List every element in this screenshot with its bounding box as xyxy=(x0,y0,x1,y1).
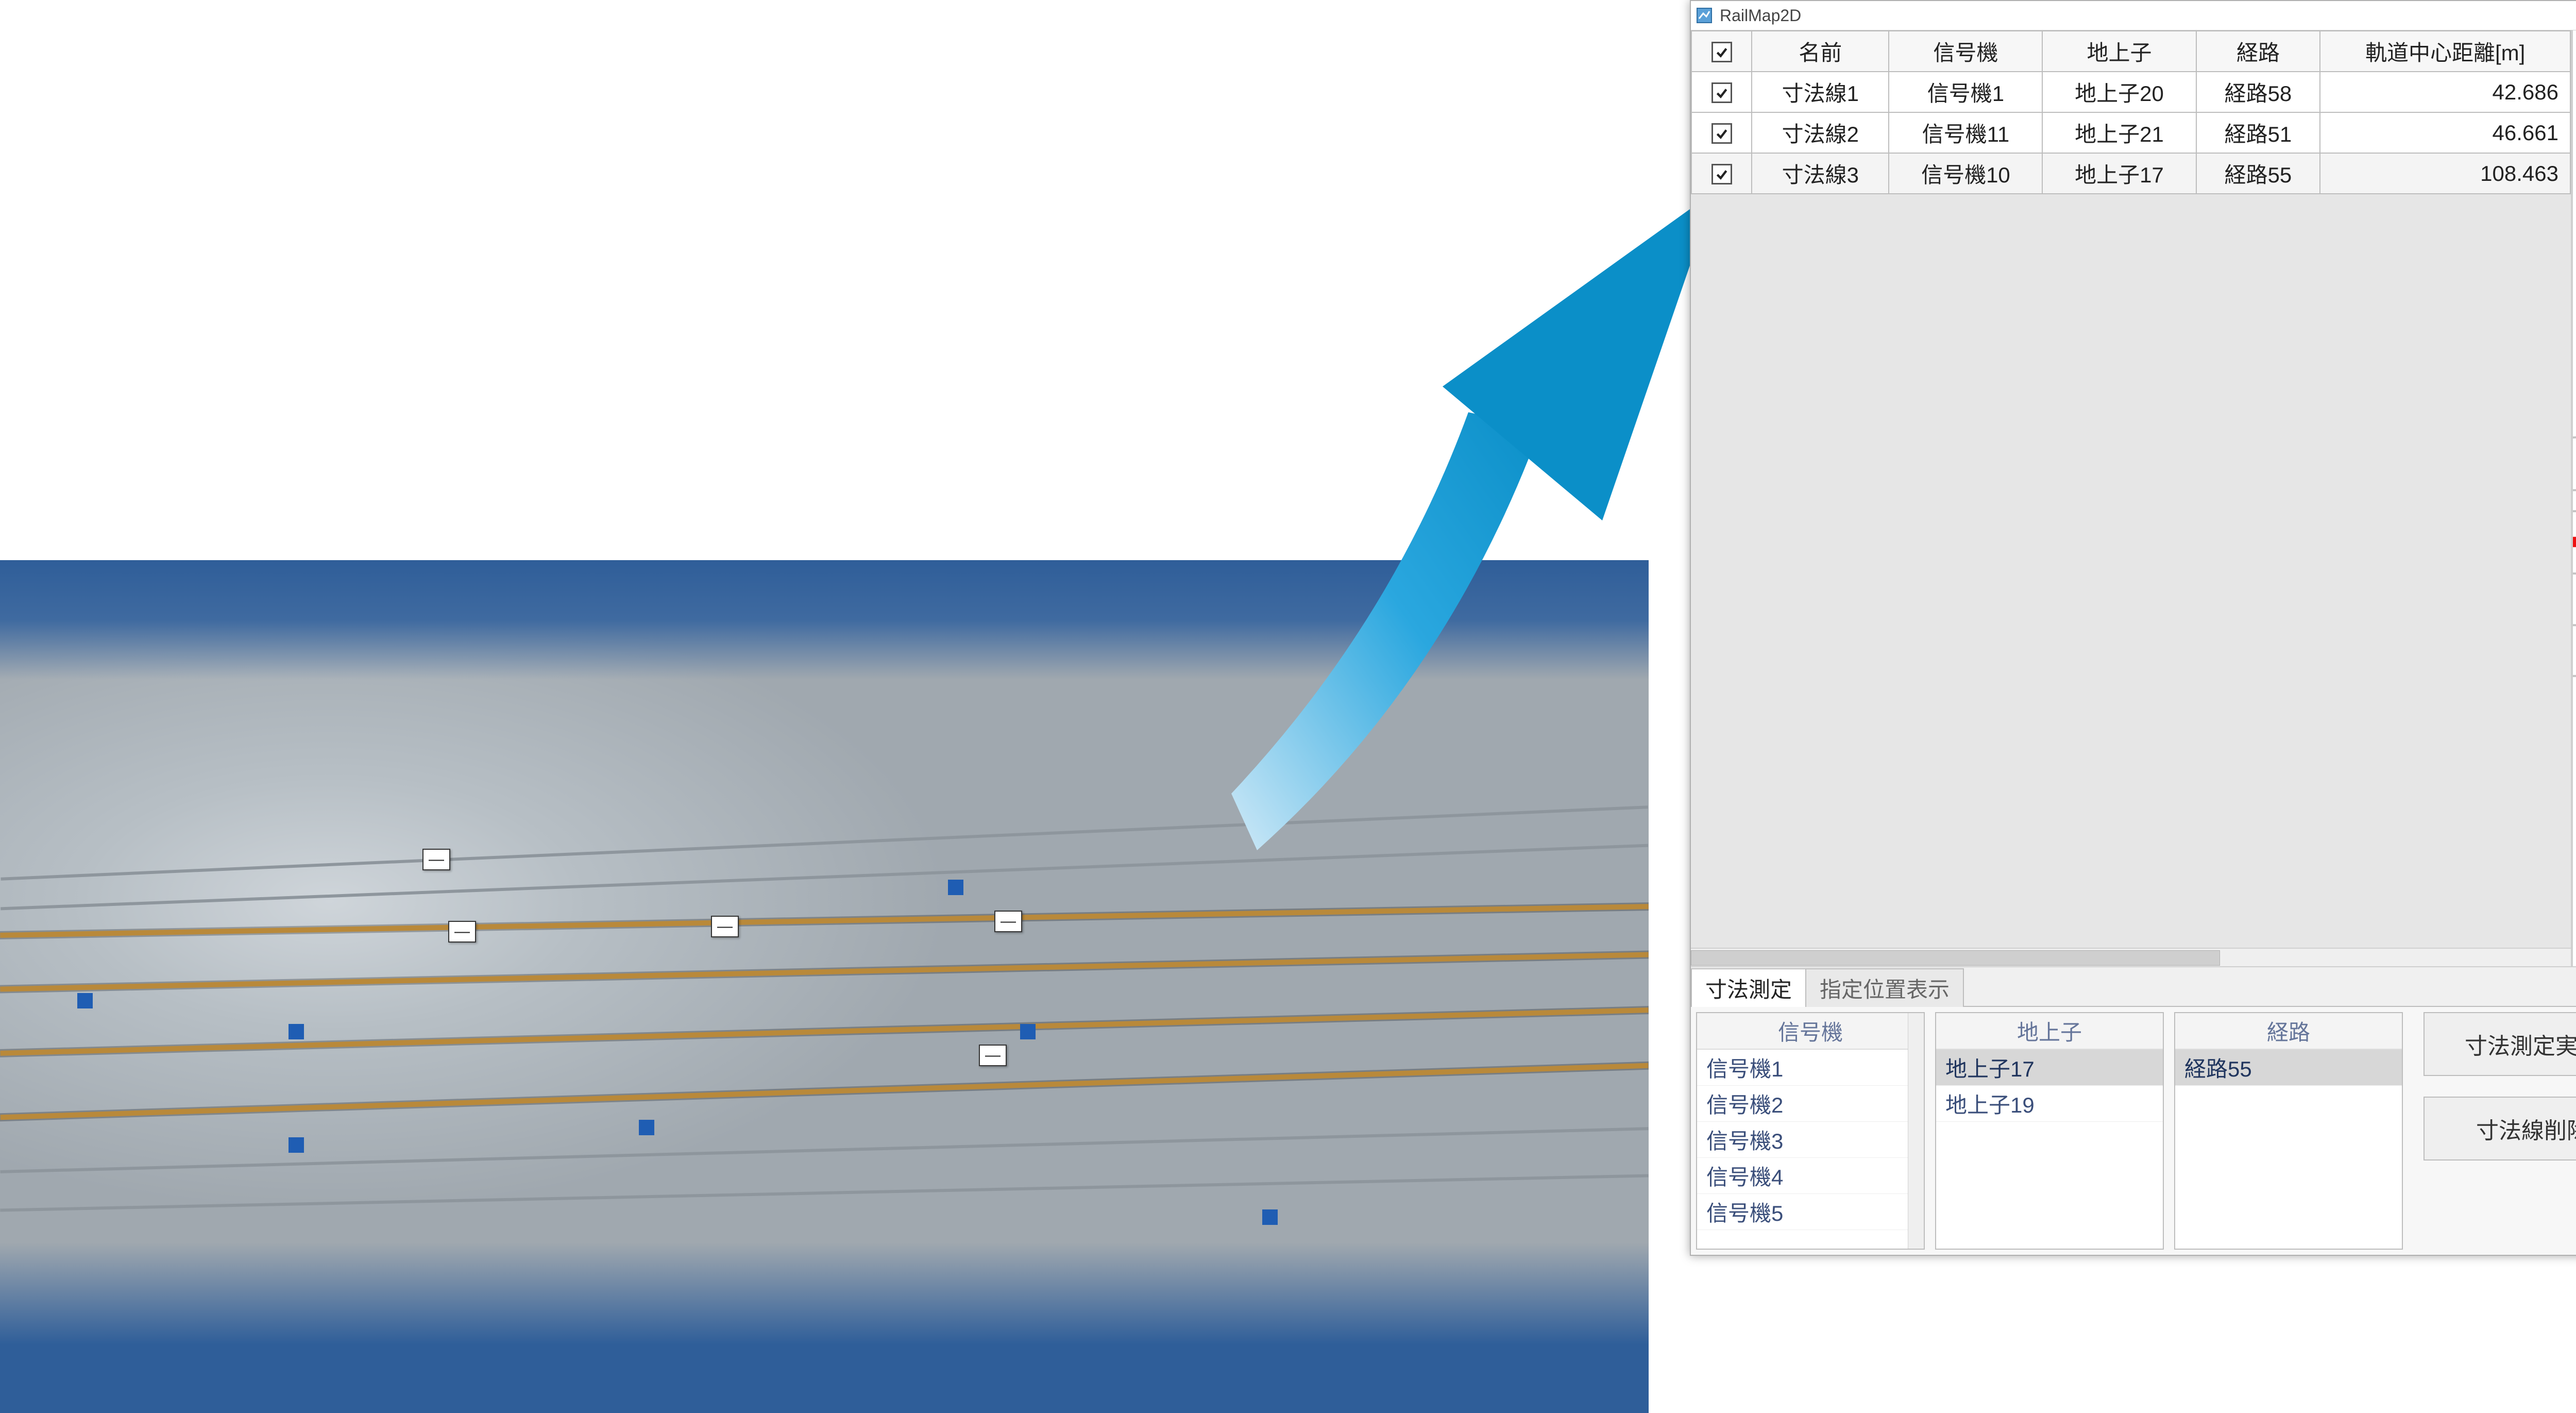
table-row[interactable]: 寸法線1 信号機1 地上子20 経路58 42.686 xyxy=(1691,72,2570,112)
list-item[interactable]: 経路55 xyxy=(2175,1050,2402,1086)
bottom-control-panel: 寸法測定 指定位置表示 信号機 信号機1 信号機2 信号機3 信号機4 信号機5… xyxy=(1691,966,2576,1255)
aerial-label: ― xyxy=(979,1045,1007,1066)
run-measure-button[interactable]: 寸法測定実行 xyxy=(2424,1012,2576,1076)
aerial-marker xyxy=(1262,1209,1278,1225)
source-pointcloud-view: ― ― ― ― ― xyxy=(0,560,1649,1413)
tab-measure[interactable]: 寸法測定 xyxy=(1691,968,1806,1007)
map-track-main xyxy=(2573,496,2576,542)
cell-signal: 信号機11 xyxy=(1889,112,2042,153)
check-all-checkbox[interactable] xyxy=(1711,42,1732,62)
row-checkbox[interactable] xyxy=(1711,164,1732,184)
table-row[interactable]: 寸法線3 信号機10 地上子17 経路55 108.463 xyxy=(1691,153,2570,194)
cell-name: 寸法線1 xyxy=(1752,72,1889,112)
cell-balise: 地上子17 xyxy=(2042,153,2196,194)
aerial-background xyxy=(0,560,1649,1413)
col-header-route[interactable]: 経路 xyxy=(2196,31,2320,72)
aerial-marker xyxy=(289,1024,304,1039)
map-track-grey xyxy=(2573,335,2576,676)
cell-signal: 信号機1 xyxy=(1889,72,2042,112)
aerial-label: ― xyxy=(994,911,1022,932)
aerial-marker xyxy=(639,1120,654,1135)
signal-list[interactable]: 信号機 信号機1 信号機2 信号機3 信号機4 信号機5 xyxy=(1696,1012,1925,1250)
aerial-marker xyxy=(77,993,93,1008)
list-header-balise: 地上子 xyxy=(1936,1013,2163,1050)
aerial-label: ― xyxy=(422,849,450,870)
col-header-check[interactable] xyxy=(1691,31,1752,72)
cell-distance: 46.661 xyxy=(2320,112,2570,153)
list-item[interactable]: 信号機2 xyxy=(1697,1086,1924,1122)
cell-balise: 地上子21 xyxy=(2042,112,2196,153)
bottom-tabs: 寸法測定 指定位置表示 xyxy=(1691,967,2576,1007)
aerial-marker xyxy=(289,1137,304,1153)
list-item[interactable]: 地上子17 xyxy=(1936,1050,2163,1086)
cell-distance: 108.463 xyxy=(2320,153,2570,194)
dimension-table[interactable]: 名前 信号機 地上子 経路 軌道中心距離[m] 寸法線1 信号機1 地上子20 … xyxy=(1691,30,2571,194)
app-icon xyxy=(1696,7,1713,24)
aerial-marker xyxy=(1020,1024,1036,1039)
cell-distance: 42.686 xyxy=(2320,72,2570,112)
window-titlebar: RailMap2D — ☐ ✕ xyxy=(1691,1,2576,30)
col-header-distance[interactable]: 軌道中心距離[m] xyxy=(2320,31,2570,72)
cell-route: 経路58 xyxy=(2196,72,2320,112)
aerial-label: ― xyxy=(448,921,476,943)
balise-list[interactable]: 地上子 地上子17 地上子19 xyxy=(1935,1012,2164,1250)
route-list[interactable]: 経路 経路55 xyxy=(2174,1012,2403,1250)
cell-signal: 信号機10 xyxy=(1889,153,2042,194)
list-header-signal: 信号機 xyxy=(1697,1013,1924,1050)
table-horizontal-scrollbar[interactable] xyxy=(1691,948,2571,966)
list-item[interactable]: 地上子19 xyxy=(1936,1086,2163,1122)
list-item[interactable]: 信号機3 xyxy=(1697,1122,1924,1158)
aerial-label: ― xyxy=(711,916,739,937)
cell-name: 寸法線3 xyxy=(1752,153,1889,194)
col-header-signal[interactable]: 信号機 xyxy=(1889,31,2042,72)
list-item[interactable]: 信号機1 xyxy=(1697,1050,1924,1086)
col-header-balise[interactable]: 地上子 xyxy=(2042,31,2196,72)
map-canvas[interactable]: 46.661m 42.686m 108.463m xyxy=(2572,30,2576,966)
railmap2d-window: RailMap2D — ☐ ✕ 名前 信号機 地上子 xyxy=(1690,0,2576,1256)
list-scrollbar[interactable] xyxy=(1908,1013,1924,1249)
cell-route: 経路55 xyxy=(2196,153,2320,194)
row-checkbox[interactable] xyxy=(1711,82,1732,103)
col-header-name[interactable]: 名前 xyxy=(1752,31,1889,72)
list-header-route: 経路 xyxy=(2175,1013,2402,1050)
cell-name: 寸法線2 xyxy=(1752,112,1889,153)
cell-route: 経路51 xyxy=(2196,112,2320,153)
cell-balise: 地上子20 xyxy=(2042,72,2196,112)
dimension-table-panel: 名前 信号機 地上子 経路 軌道中心距離[m] 寸法線1 信号機1 地上子20 … xyxy=(1691,30,2572,966)
table-row[interactable]: 寸法線2 信号機11 地上子21 経路51 46.661 xyxy=(1691,112,2570,153)
window-title: RailMap2D xyxy=(1720,6,1801,25)
tab-position[interactable]: 指定位置表示 xyxy=(1805,968,1964,1007)
row-checkbox[interactable] xyxy=(1711,123,1732,144)
delete-dimension-button[interactable]: 寸法線削除 xyxy=(2424,1097,2576,1160)
list-item[interactable]: 信号機5 xyxy=(1697,1194,1924,1230)
aerial-marker xyxy=(948,880,963,895)
list-item[interactable]: 信号機4 xyxy=(1697,1158,1924,1194)
